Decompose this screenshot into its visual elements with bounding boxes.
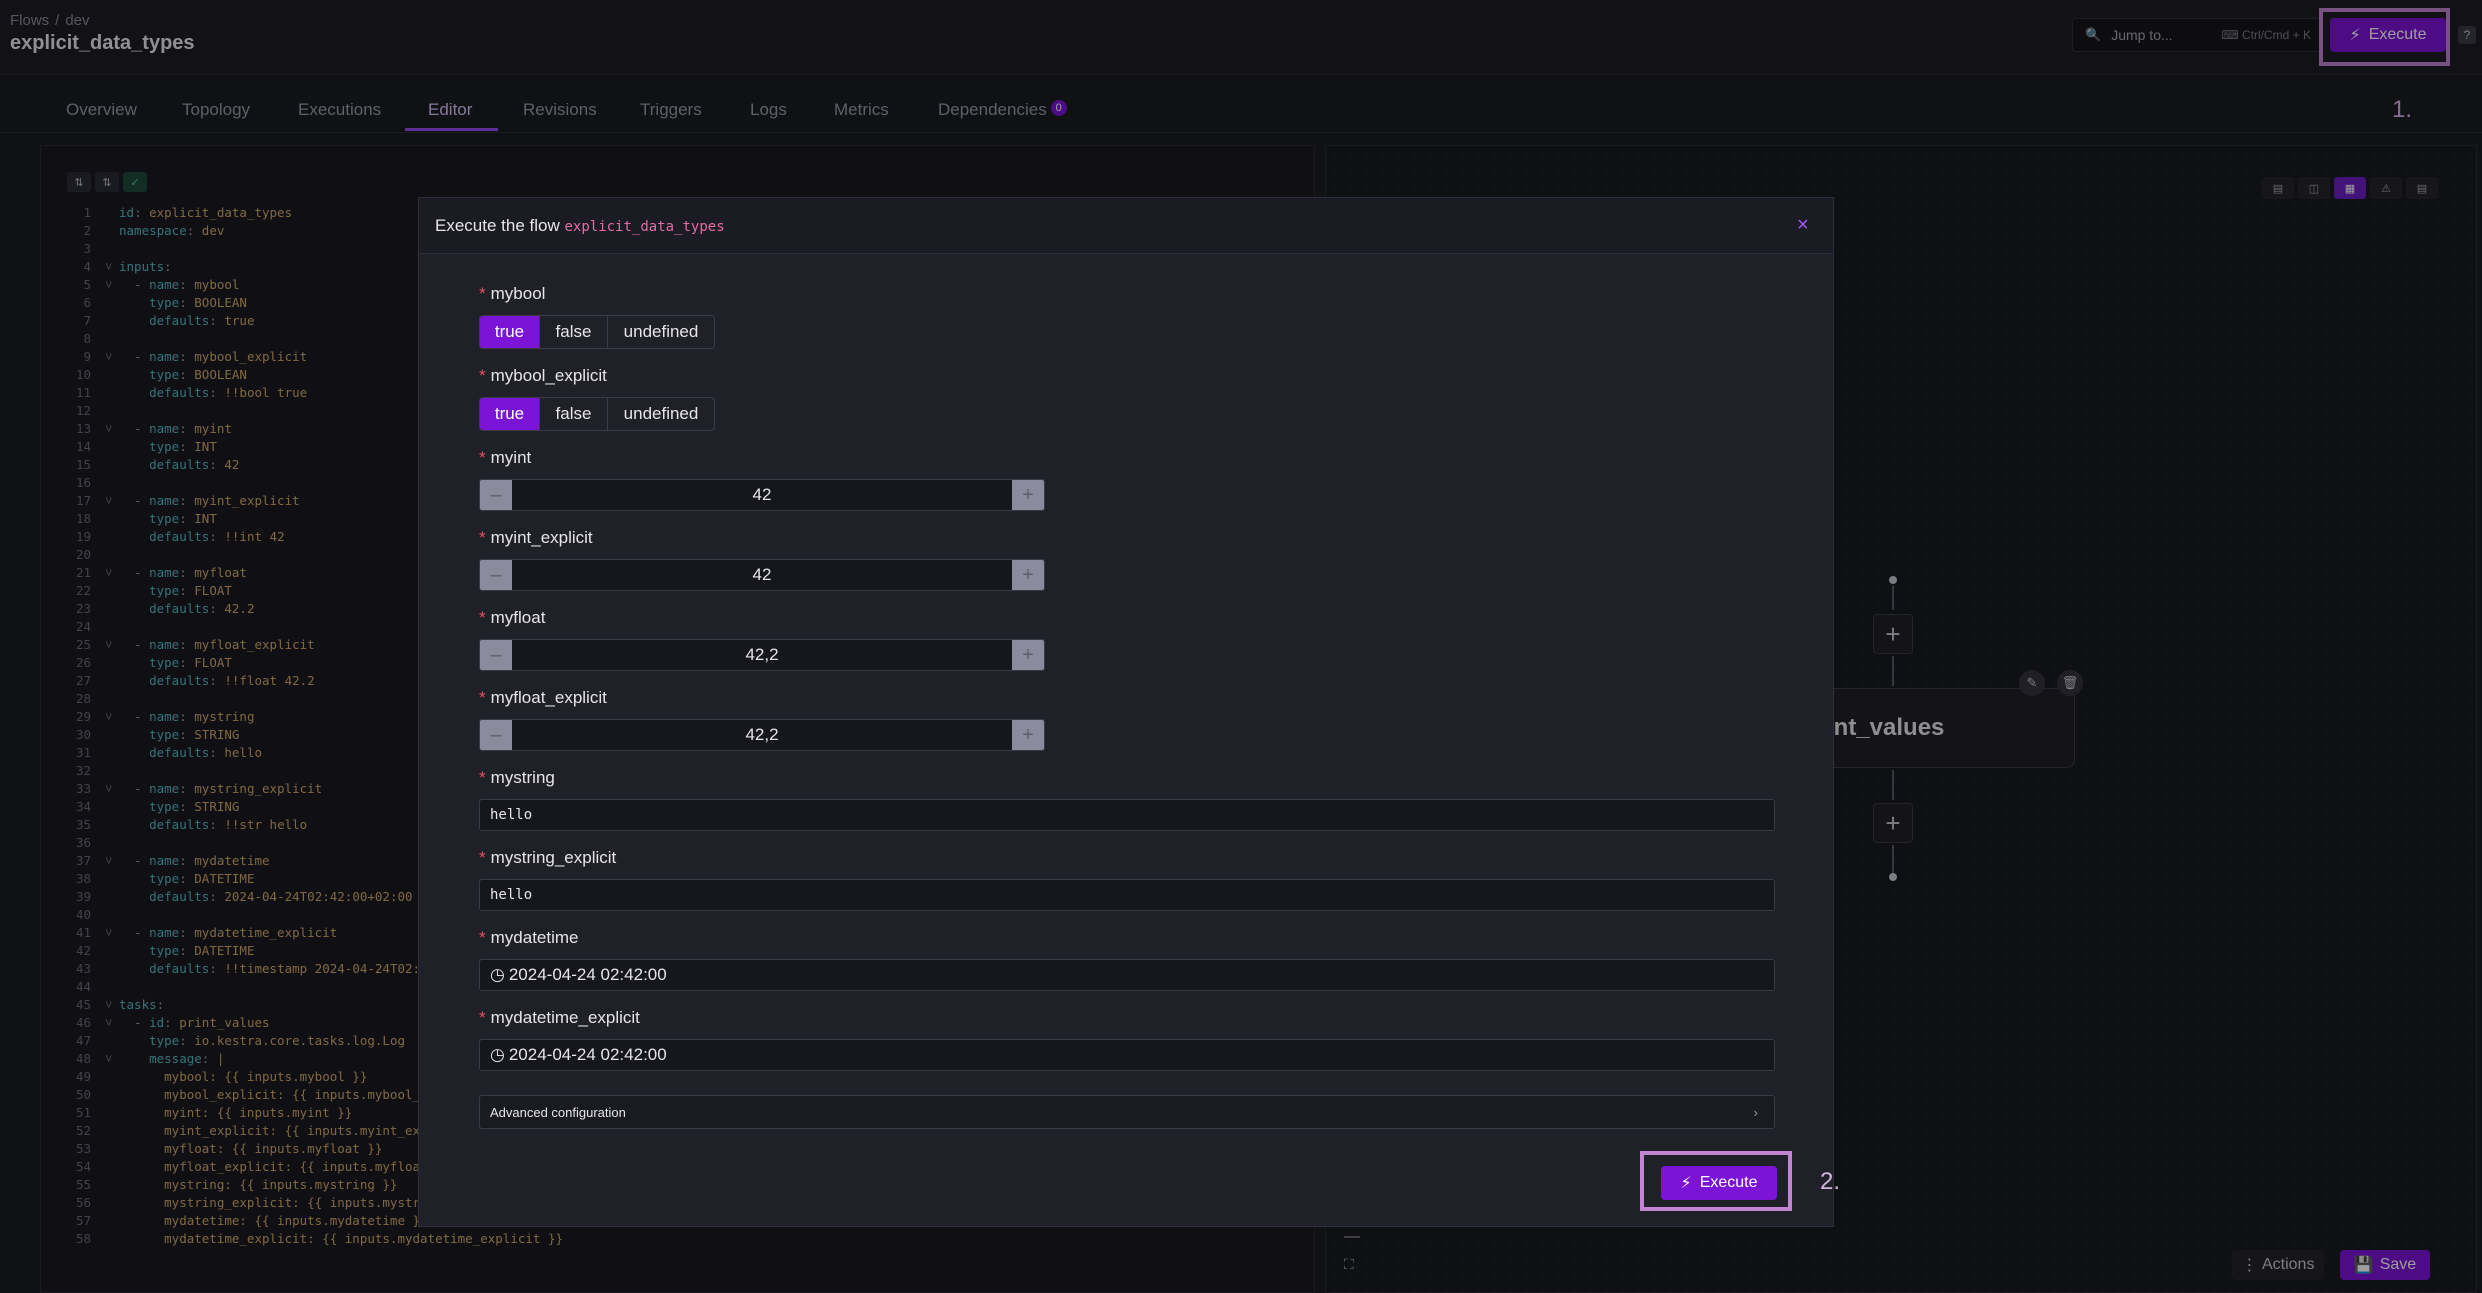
field-label-myfloat-explicit: * myfloat_explicit [479, 688, 607, 707]
close-icon[interactable]: × [1797, 214, 1809, 237]
mybool-false[interactable]: false [540, 316, 608, 348]
flow-id: explicit_data_types [564, 219, 725, 235]
field-label-mybool-explicit: * mybool_explicit [479, 366, 607, 385]
myfloat-explicit-increment-button[interactable]: + [1012, 720, 1044, 750]
myint-explicit-increment-button[interactable]: + [1012, 560, 1044, 590]
field-label-mystring-explicit: * mystring_explicit [479, 848, 617, 867]
mybool-explicit-toggle: true false undefined [479, 397, 715, 431]
myint-explicit-input[interactable]: 42 [512, 560, 1012, 590]
myfloat-decrement-button[interactable]: – [480, 640, 512, 670]
highlight-frame-dialog-execute [1640, 1151, 1792, 1211]
dialog-header: Execute the flow explicit_data_types × [419, 198, 1833, 254]
field-label-myfloat: * myfloat [479, 608, 546, 627]
dialog-title: Execute the flow explicit_data_types [435, 216, 725, 235]
clock-icon: ◷ [490, 1045, 505, 1064]
advanced-configuration-toggle[interactable]: Advanced configuration › [479, 1095, 1775, 1129]
field-label-myint: * myint [479, 448, 532, 467]
myfloat-explicit-stepper: – 42,2 + [479, 719, 1045, 751]
mydatetime-explicit-picker[interactable]: ◷ 2024-04-24 02:42:00 [479, 1039, 1775, 1071]
field-label-mydatetime: * mydatetime [479, 928, 579, 947]
field-label-myint-explicit: * myint_explicit [479, 528, 593, 547]
myint-explicit-decrement-button[interactable]: – [480, 560, 512, 590]
myint-increment-button[interactable]: + [1012, 480, 1044, 510]
chevron-right-icon: › [1753, 1104, 1758, 1120]
mybool-explicit-undefined[interactable]: undefined [608, 398, 714, 430]
step-marker-2: 2. [1820, 1168, 1841, 1195]
advanced-configuration-label: Advanced configuration [490, 1104, 626, 1120]
myfloat-increment-button[interactable]: + [1012, 640, 1044, 670]
myfloat-explicit-decrement-button[interactable]: – [480, 720, 512, 750]
myfloat-stepper: – 42,2 + [479, 639, 1045, 671]
myint-input[interactable]: 42 [512, 480, 1012, 510]
mybool-true[interactable]: true [480, 316, 540, 348]
mybool-explicit-false[interactable]: false [540, 398, 608, 430]
mydatetime-explicit-value: 2024-04-24 02:42:00 [508, 1045, 667, 1064]
mydatetime-value: 2024-04-24 02:42:00 [508, 965, 667, 984]
clock-icon: ◷ [490, 965, 505, 984]
myint-explicit-stepper: – 42 + [479, 559, 1045, 591]
field-label-mydatetime-explicit: * mydatetime_explicit [479, 1008, 640, 1027]
mydatetime-picker[interactable]: ◷ 2024-04-24 02:42:00 [479, 959, 1775, 991]
execute-flow-dialog: Execute the flow explicit_data_types × *… [418, 197, 1834, 1227]
mybool-toggle: true false undefined [479, 315, 715, 349]
mybool-explicit-true[interactable]: true [480, 398, 540, 430]
mybool-undefined[interactable]: undefined [608, 316, 714, 348]
mystring-explicit-input[interactable]: hello [479, 879, 1775, 911]
myfloat-explicit-input[interactable]: 42,2 [512, 720, 1012, 750]
myint-decrement-button[interactable]: – [480, 480, 512, 510]
myfloat-input[interactable]: 42,2 [512, 640, 1012, 670]
field-label-mystring: * mystring [479, 768, 555, 787]
myint-stepper: – 42 + [479, 479, 1045, 511]
field-label-mybool: * mybool [479, 284, 546, 303]
mystring-input[interactable]: hello [479, 799, 1775, 831]
